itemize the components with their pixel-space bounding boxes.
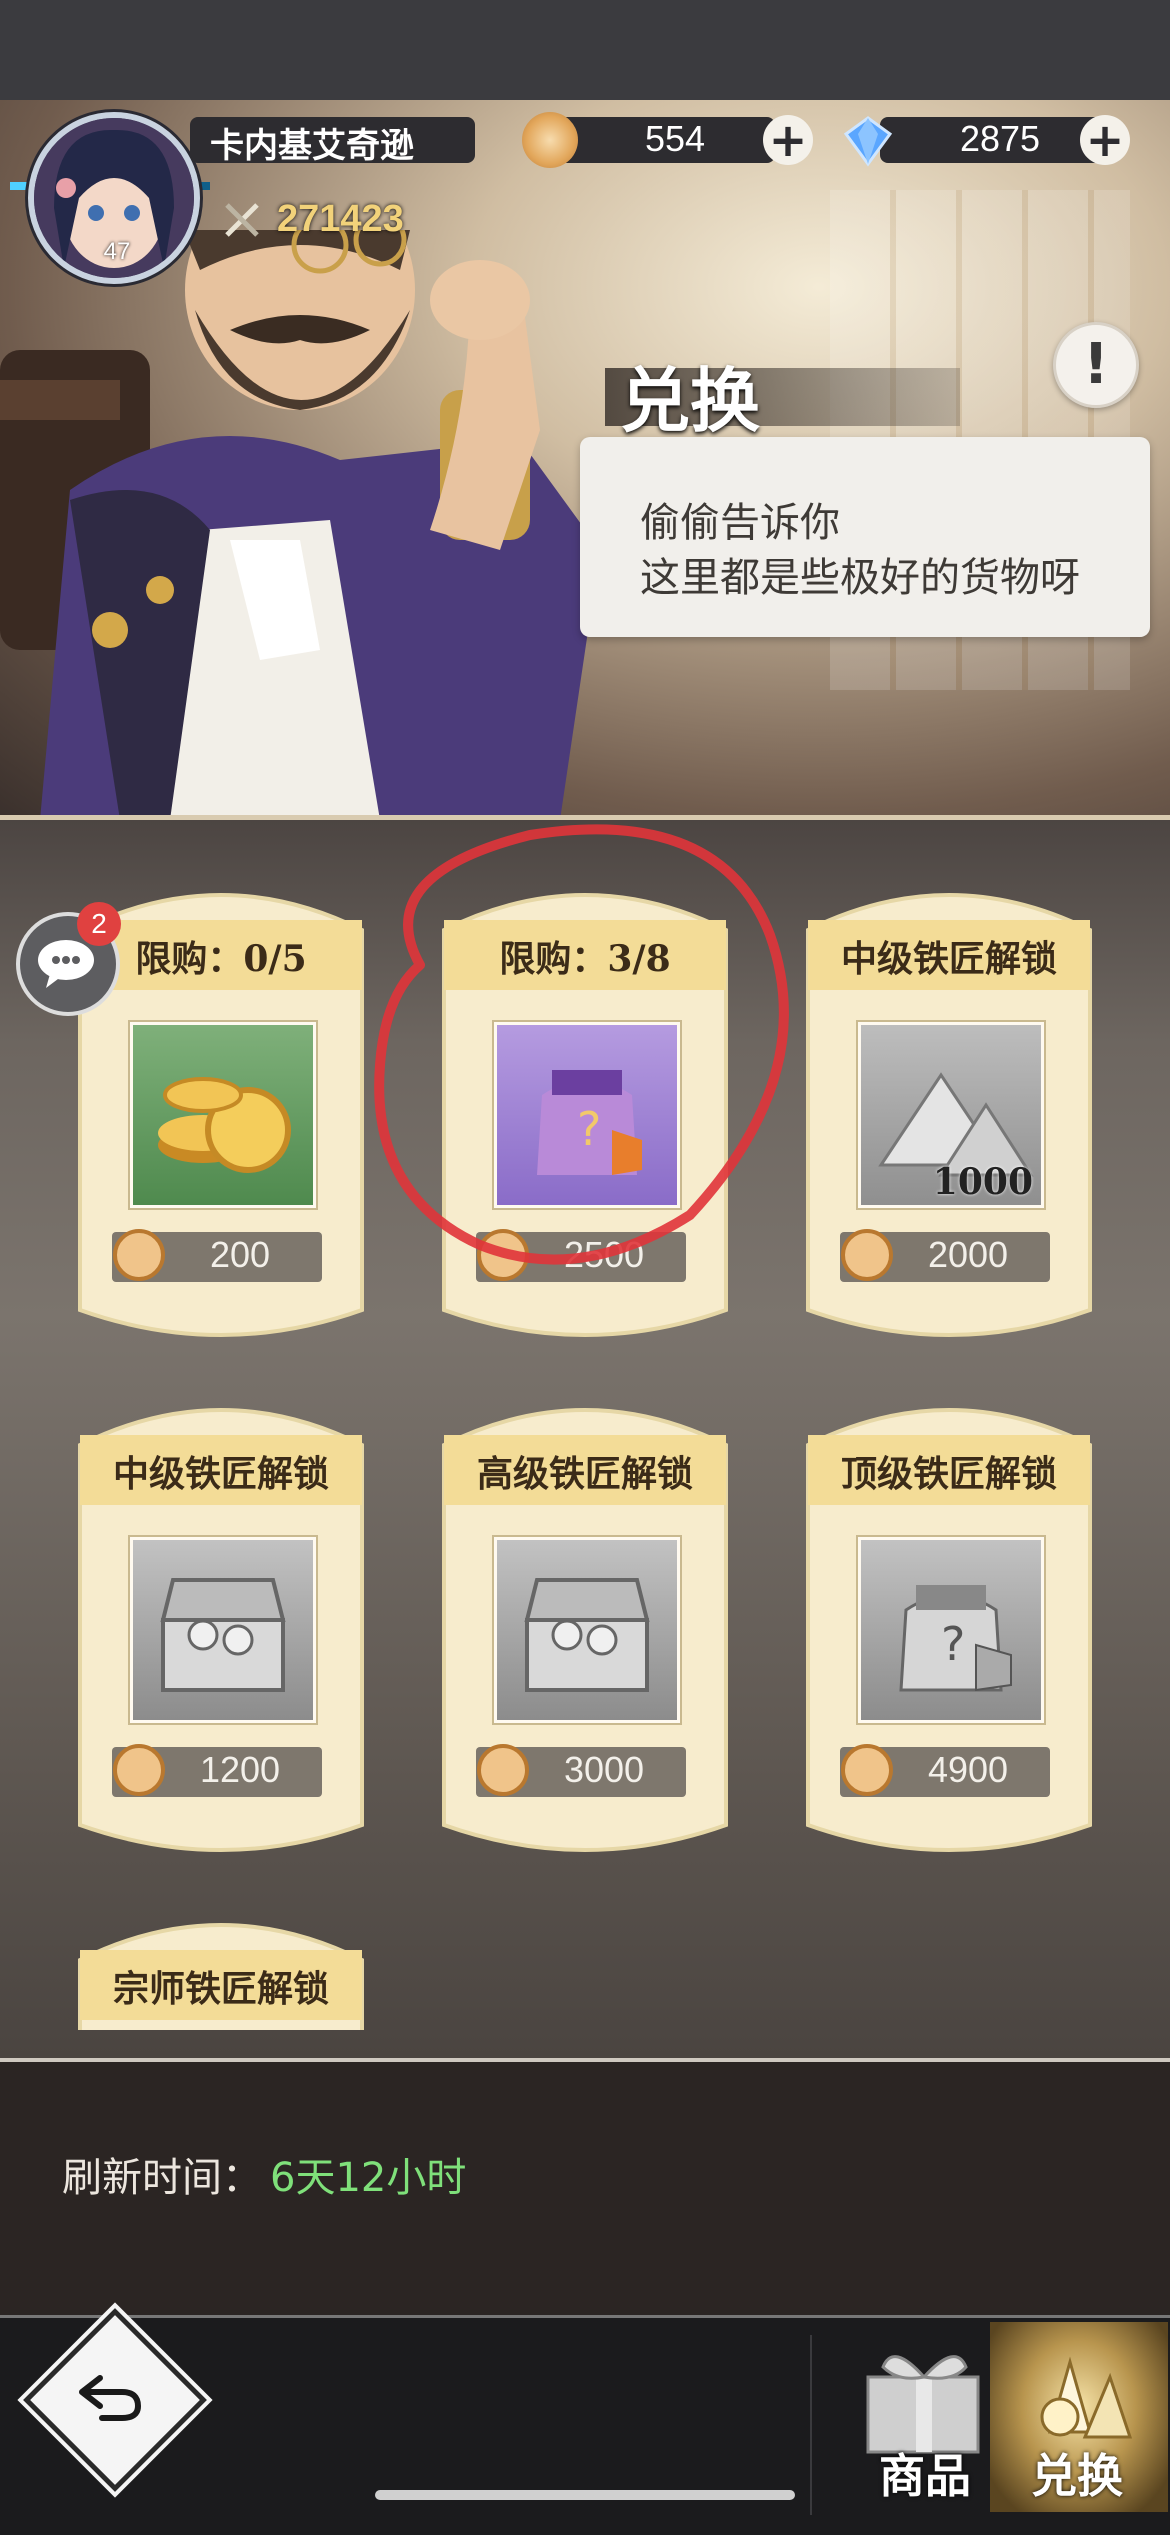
refresh-label: 刷新时间： [62,2155,262,2201]
treasure-chest-icon [494,1537,680,1723]
shop-item-card[interactable]: 中级铁匠解锁 1200 [60,1385,382,1855]
svg-text:?: ? [941,1617,965,1671]
player-name: 卡内基艾奇逊 [210,126,414,166]
coin-icon [113,1229,165,1281]
combat-power: 271423 [277,198,404,240]
item-price: 4900 [927,1749,1009,1790]
gold-coins-icon [130,1022,316,1208]
coin-amount: 554 [644,118,706,159]
nav-divider [810,2335,812,2515]
ore-pile-icon: 1000 [858,1022,1044,1208]
mystery-bag-icon: ? [858,1537,1044,1723]
coin-icon [841,1229,893,1281]
shop-item-card[interactable]: 中级铁匠解锁 1000 2000 [788,870,1110,1340]
item-price: 1200 [199,1749,281,1790]
item-unlock-label: 高级铁匠解锁 [476,1453,693,1495]
coin-icon [477,1744,529,1796]
shop-item-card[interactable]: 宗师铁匠解锁 [60,1900,382,2030]
coin-icon [477,1229,529,1281]
merchant-character [0,230,600,820]
diamond-amount: 2875 [959,118,1041,159]
home-indicator [375,2490,795,2500]
crossed-swords-icon [225,203,259,237]
page-title: 兑换 [620,359,760,442]
coin-icon [522,112,578,168]
item-unlock-label: 中级铁匠解锁 [840,938,1057,980]
add-coin-button[interactable]: + [763,115,813,165]
item-unlock-label: 顶级铁匠解锁 [840,1453,1057,1495]
item-limit-label: 限购：3/8 [499,938,671,980]
speech-line-2: 这里都是些极好的货物呀 [640,555,1080,601]
item-price: 200 [209,1234,271,1275]
svg-text:?: ? [577,1102,601,1156]
return-arrow-icon [79,2375,142,2421]
speech-line-1: 偷偷告诉你 [640,500,840,546]
tab-exchange-label: 兑换 [1031,2449,1123,2503]
tab-shop[interactable]: 商品 [838,2322,1012,2512]
shop-item-card[interactable]: 高级铁匠解锁 3000 [424,1385,746,1855]
shop-item-card[interactable]: 顶级铁匠解锁 ? 4900 [788,1385,1110,1855]
player-level: 47 [103,238,131,265]
coin-icon [113,1744,165,1796]
item-quantity: 1000 [932,1161,1033,1203]
item-unlock-label: 中级铁匠解锁 [112,1453,329,1495]
shop-item-card[interactable]: 限购：3/8 ? 2500 [424,870,746,1340]
top-shade [0,0,1170,100]
mystery-bag-icon: ? [494,1022,680,1208]
tab-shop-label: 商品 [879,2449,971,2503]
item-unlock-label: 宗师铁匠解锁 [112,1968,329,2010]
item-price: 2000 [927,1234,1009,1275]
treasure-chest-icon [130,1537,316,1723]
tab-exchange[interactable]: 兑换 [990,2322,1168,2512]
panel-divider [0,2058,1170,2062]
refresh-time: 6天12小时 [270,2155,467,2201]
chat-badge: 2 [77,902,121,946]
add-diamond-button[interactable]: + [1080,115,1130,165]
info-button[interactable]: ! [1053,322,1139,408]
item-price: 3000 [563,1749,645,1790]
coin-icon [841,1744,893,1796]
diamond-icon [843,116,893,167]
item-price: 2500 [563,1234,645,1275]
